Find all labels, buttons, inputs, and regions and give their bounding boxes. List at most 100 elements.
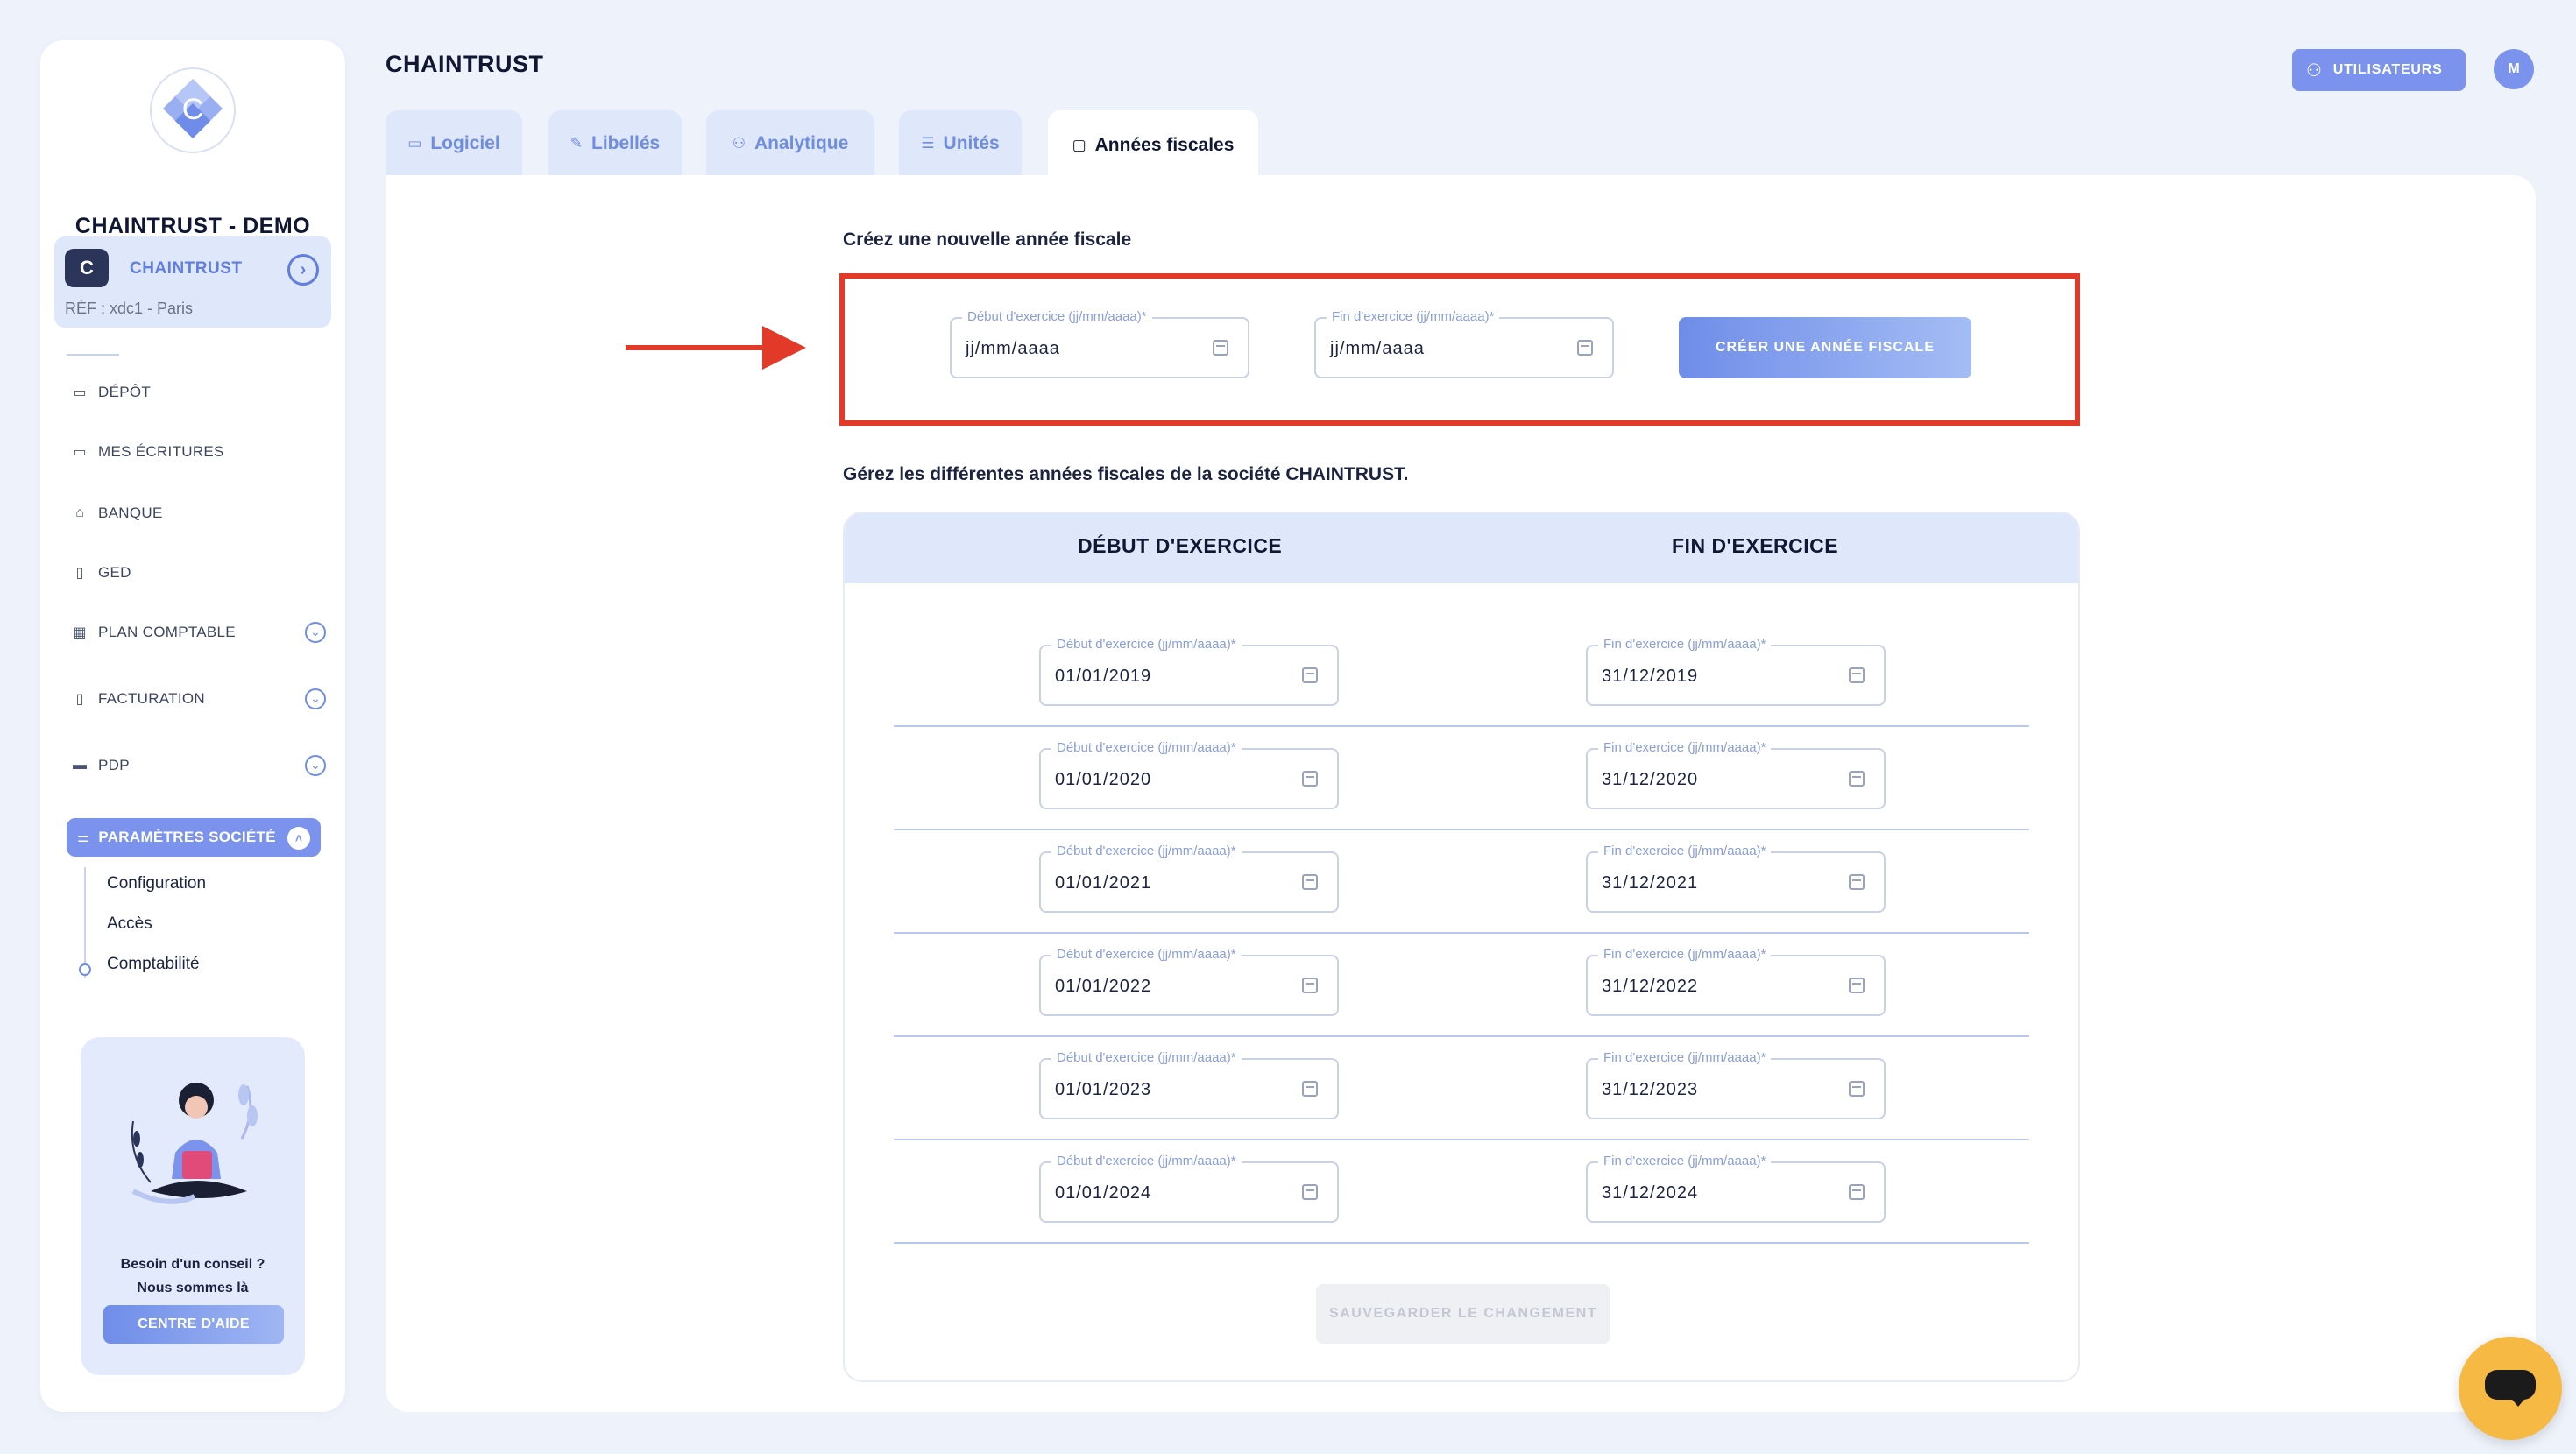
tab-label: Années fiscales — [1094, 135, 1235, 155]
help-text-line: Besoin d'un conseil ? — [120, 1257, 265, 1272]
start-date-field[interactable]: Début d'exercice (jj/mm/aaaa)* 01/01/2020 — [1039, 740, 1339, 809]
tab-label: Logiciel — [430, 133, 500, 153]
create-section-title: Créez une nouvelle année fiscale — [843, 229, 1132, 250]
row-divider — [894, 725, 2029, 727]
subnav-item-comptabilite[interactable]: Comptabilité — [107, 955, 200, 974]
sidebar-divider — [67, 354, 119, 356]
end-date-field[interactable]: Fin d'exercice (jj/mm/aaaa)* 31/12/2019 — [1586, 637, 1886, 706]
calendar-icon[interactable] — [1849, 1184, 1865, 1200]
row-divider — [894, 1035, 2029, 1037]
sidebar-item-depot[interactable]: ▭ DÉPÔT — [72, 375, 335, 410]
field-value: 31/12/2024 — [1602, 1183, 1699, 1203]
end-date-field[interactable]: Fin d'exercice (jj/mm/aaaa)* 31/12/2024 — [1586, 1154, 1886, 1223]
calendar-icon[interactable] — [1849, 1081, 1865, 1097]
start-date-field[interactable]: Début d'exercice (jj/mm/aaaa)* 01/01/2022 — [1039, 947, 1339, 1016]
document-icon: ▯ — [75, 566, 84, 581]
chevron-up-icon[interactable]: ˄ — [287, 827, 310, 850]
calendar-icon[interactable] — [1849, 978, 1865, 993]
calendar-icon[interactable] — [1302, 1184, 1318, 1200]
card-icon: ▬ — [73, 758, 87, 773]
calendar-icon[interactable] — [1302, 667, 1318, 683]
field-label: Début d'exercice (jj/mm/aaaa)* — [1051, 1050, 1242, 1065]
chat-icon — [2485, 1370, 2536, 1400]
field-value: 01/01/2022 — [1055, 977, 1152, 996]
end-date-field[interactable]: Fin d'exercice (jj/mm/aaaa)* 31/12/2022 — [1586, 947, 1886, 1016]
calendar-icon[interactable] — [1302, 978, 1318, 993]
chevron-down-icon[interactable]: ⌄ — [305, 622, 326, 643]
tab-libelles[interactable]: ✎ Libellés — [548, 110, 682, 177]
chevron-down-icon[interactable]: ⌄ — [305, 755, 326, 776]
sidebar-item-label: GED — [98, 564, 131, 581]
chat-icon-tail — [2509, 1396, 2527, 1407]
sidebar-item-banque[interactable]: ⌂ BANQUE — [72, 496, 335, 531]
field-value: 31/12/2023 — [1602, 1080, 1699, 1099]
users-button[interactable]: ⚇ UTILISATEURS — [2292, 49, 2466, 91]
chevron-down-icon[interactable]: ⌄ — [305, 688, 326, 709]
field-label: Fin d'exercice (jj/mm/aaaa)* — [1598, 740, 1772, 755]
calendar-icon[interactable] — [1302, 1081, 1318, 1097]
calendar-icon[interactable] — [1302, 771, 1318, 787]
row-divider — [894, 932, 2029, 934]
field-value: 31/12/2021 — [1602, 873, 1699, 893]
sidebar-item-mes-ecritures[interactable]: ▭ MES ÉCRITURES — [72, 434, 335, 469]
tab-unites[interactable]: ☰ Unités — [899, 110, 1022, 177]
tab-annees-fiscales[interactable]: ▢ Années fiscales — [1048, 110, 1258, 180]
sidebar-item-label: PLAN COMPTABLE — [98, 624, 236, 640]
column-header-end: FIN D'EXERCICE — [1672, 534, 1839, 557]
annotation-arrow-head — [762, 326, 806, 370]
field-label: Début d'exercice (jj/mm/aaaa)* — [1051, 843, 1242, 858]
end-date-field[interactable]: Fin d'exercice (jj/mm/aaaa)* 31/12/2021 — [1586, 843, 1886, 913]
calendar-icon[interactable] — [1213, 340, 1228, 356]
sidebar-item-ged[interactable]: ▯ GED — [72, 555, 335, 590]
start-date-field[interactable]: Début d'exercice (jj/mm/aaaa)* 01/01/2021 — [1039, 843, 1339, 913]
avatar[interactable]: M — [2494, 49, 2534, 89]
calendar-icon[interactable] — [1302, 874, 1318, 890]
sidebar-item-plan-comptable[interactable]: ▦ PLAN COMPTABLE ⌄ — [72, 615, 335, 650]
sidebar-item-label: PARAMÈTRES SOCIÉTÉ — [98, 829, 276, 845]
subnav-active-dot — [79, 963, 91, 976]
new-end-date-field[interactable]: Fin d'exercice (jj/mm/aaaa)* jj/mm/aaaa — [1314, 309, 1614, 378]
tab-label: Unités — [943, 133, 1000, 153]
sidebar-item-pdp[interactable]: ▬ PDP ⌄ — [72, 748, 335, 783]
sidebar-item-facturation[interactable]: ▯ FACTURATION ⌄ — [72, 681, 335, 716]
sidebar-item-label: BANQUE — [98, 505, 163, 521]
save-changes-button[interactable]: SAUVEGARDER LE CHANGEMENT — [1316, 1284, 1610, 1344]
create-fiscal-year-button[interactable]: CRÉER UNE ANNÉE FISCALE — [1679, 317, 1971, 378]
tab-label: Libellés — [591, 133, 661, 153]
end-date-field[interactable]: Fin d'exercice (jj/mm/aaaa)* 31/12/2023 — [1586, 1050, 1886, 1119]
monitor-icon: ▭ — [407, 135, 422, 152]
row-divider — [894, 1139, 2029, 1140]
page-title: CHAINTRUST — [386, 51, 544, 77]
field-value: 01/01/2021 — [1055, 873, 1152, 893]
start-date-field[interactable]: Début d'exercice (jj/mm/aaaa)* 01/01/2023 — [1039, 1050, 1339, 1119]
field-label: Début d'exercice (jj/mm/aaaa)* — [1051, 637, 1242, 652]
company-card[interactable]: C CHAINTRUST › RÉF : xdc1 - Paris — [54, 236, 331, 328]
calendar-icon[interactable] — [1849, 771, 1865, 787]
column-header-start: DÉBUT D'EXERCICE — [1078, 534, 1283, 557]
chevron-right-icon[interactable]: › — [287, 254, 319, 286]
calendar-icon: ▢ — [1072, 137, 1086, 153]
help-center-button[interactable]: CENTRE D'AIDE — [103, 1305, 284, 1344]
sidebar: C CHAINTRUST - DEMO C CHAINTRUST › RÉF :… — [40, 40, 345, 1412]
start-date-field[interactable]: Début d'exercice (jj/mm/aaaa)* 01/01/2019 — [1039, 637, 1339, 706]
field-label: Début d'exercice (jj/mm/aaaa)* — [962, 309, 1152, 324]
field-value: jj/mm/aaaa — [966, 339, 1060, 358]
start-date-field[interactable]: Début d'exercice (jj/mm/aaaa)* 01/01/2024 — [1039, 1154, 1339, 1223]
tab-analytique[interactable]: ⚇ Analytique — [706, 110, 874, 177]
folder-icon: ▭ — [73, 445, 87, 460]
calendar-icon[interactable] — [1577, 340, 1593, 356]
end-date-field[interactable]: Fin d'exercice (jj/mm/aaaa)* 31/12/2020 — [1586, 740, 1886, 809]
chaintrust-logo: C — [150, 67, 236, 153]
tab-logiciel[interactable]: ▭ Logiciel — [386, 110, 522, 177]
users-icon: ⚇ — [2306, 60, 2323, 81]
company-icon: C — [65, 249, 109, 287]
tab-label: Analytique — [754, 133, 849, 153]
subnav-item-configuration[interactable]: Configuration — [107, 874, 206, 893]
calendar-icon[interactable] — [1849, 667, 1865, 683]
chat-button[interactable] — [2459, 1337, 2562, 1440]
calendar-icon[interactable] — [1849, 874, 1865, 890]
sidebar-item-parametres-societe[interactable]: ⚌ PARAMÈTRES SOCIÉTÉ ˄ — [67, 818, 321, 857]
field-label: Fin d'exercice (jj/mm/aaaa)* — [1598, 637, 1772, 652]
subnav-item-acces[interactable]: Accès — [107, 914, 152, 934]
new-start-date-field[interactable]: Début d'exercice (jj/mm/aaaa)* jj/mm/aaa… — [950, 309, 1249, 378]
